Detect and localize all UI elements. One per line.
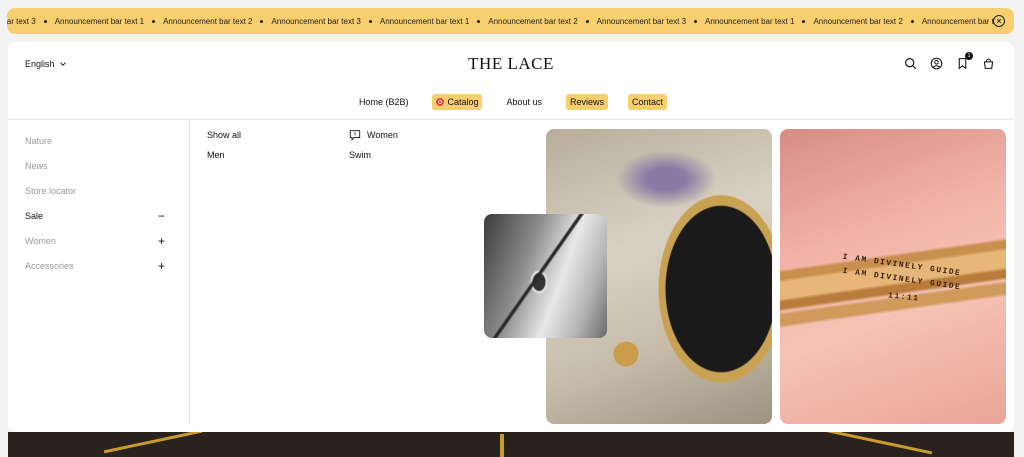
sidebar-item-accessories[interactable]: Accessories + [25,260,165,272]
account-icon [930,57,943,70]
cart-count-badge: 1 [965,52,973,60]
cart-icon [983,58,994,69]
announcement-track: ent bar text 3 Announcement bar text 1 A… [7,17,1005,26]
search-icon [905,58,917,70]
announcement-item[interactable]: Announcement bar text 1 [380,17,488,26]
collapse-icon[interactable]: − [158,210,165,222]
main-nav: Home (B2B) Catalog About us Reviews Cont… [8,94,1014,110]
site-header: English THE LACE 1 Home (B2B) Catalog Ab… [8,42,1014,118]
menu-sidebar: Nature News Store locator Sale − Women + A… [8,120,190,424]
announcement-item[interactable]: Announcement bar text 2 [813,17,921,26]
close-announcement-button[interactable] [993,15,1005,27]
account-button[interactable] [929,56,944,71]
expand-icon[interactable]: + [158,235,165,247]
sidebar-item-nature[interactable]: Nature [25,136,165,146]
nav-item-home[interactable]: Home (B2B) [355,94,413,110]
nav-item-reviews[interactable]: Reviews [566,94,609,110]
close-icon [996,18,1002,24]
announcement-item[interactable]: Announcement bar text 1 [55,17,163,26]
announcement-bar: ent bar text 3 Announcement bar text 1 A… [7,8,1014,34]
submenu-swim[interactable]: Swim [349,150,371,160]
site-logo[interactable]: THE LACE [8,54,1014,74]
announcement-item[interactable]: ent bar text 3 [7,17,55,26]
submenu-women[interactable]: Women [349,129,398,141]
expand-icon[interactable]: + [158,260,165,272]
search-button[interactable] [903,56,918,71]
nav-item-catalog[interactable]: Catalog [432,94,483,110]
announcement-item[interactable]: Announcement bar text 1 [705,17,813,26]
page: ent bar text 3 Announcement bar text 1 A… [0,0,1024,457]
chat-icon [349,130,361,141]
announcement-item[interactable]: Announcement bar text 2 [163,17,271,26]
mega-menu: Nature News Store locator Sale − Women + A… [8,119,1014,432]
sidebar-item-store-locator[interactable]: Store locator [25,186,165,196]
catalog-icon [436,98,445,106]
sidebar-item-news[interactable]: News [25,161,165,171]
sidebar-item-women[interactable]: Women + [25,235,165,247]
promo-image-bracelet[interactable]: I AM DIVINELY GUIDE I AM DIVINELY GUIDE … [780,129,1006,424]
submenu-men[interactable]: Men [207,150,225,160]
wishlist-button[interactable]: 1 [955,52,973,71]
nav-item-contact[interactable]: Contact [628,94,668,110]
hero-banner [8,432,1014,457]
announcement-item[interactable]: Announcement bar text 3 [271,17,379,26]
cart-button[interactable] [981,56,996,71]
sidebar-item-sale[interactable]: Sale − [25,210,165,222]
announcement-item[interactable]: Announcement bar text 2 [488,17,596,26]
header-icons: 1 [903,52,996,71]
nav-item-about[interactable]: About us [502,94,546,110]
promo-image-necklace[interactable] [484,214,607,338]
bracelet-engraving: 11:11 [887,291,920,304]
submenu-show-all[interactable]: Show all [207,130,241,140]
announcement-item[interactable]: Announcement bar text 3 [597,17,705,26]
